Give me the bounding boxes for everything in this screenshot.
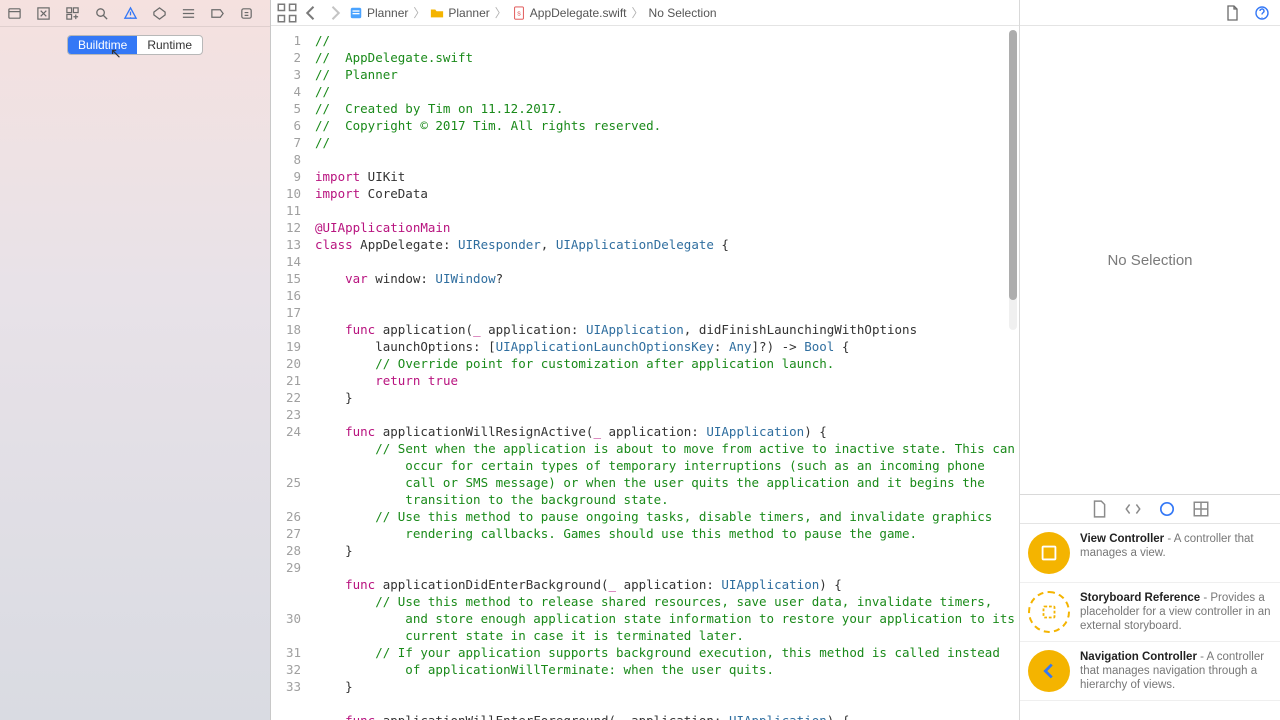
inspector-empty-label: No Selection — [1107, 252, 1192, 269]
library-item-title: Navigation Controller — [1080, 651, 1197, 663]
nav-back-icon[interactable] — [301, 3, 321, 23]
issue-navigator-icon[interactable] — [122, 5, 138, 21]
view-controller-icon — [1028, 532, 1070, 574]
line-gutter: 123456789101112131415161718192021222324 … — [271, 26, 309, 720]
buildtime-tab[interactable]: Buildtime — [68, 36, 137, 54]
editor-scrollbar[interactable] — [1009, 30, 1017, 330]
breadcrumb-file-label: AppDelegate.swift — [530, 6, 627, 20]
breadcrumb-group[interactable]: Planner — [430, 6, 489, 20]
file-template-library-icon[interactable] — [1090, 500, 1108, 518]
code-snippet-library-icon[interactable] — [1124, 500, 1142, 518]
editor-area: Planner 〉 Planner 〉 s AppDelegate.swift … — [271, 0, 1020, 720]
inspector-panel: No Selection View Controller - A control… — [1020, 0, 1280, 720]
breakpoint-navigator-icon[interactable] — [209, 5, 225, 21]
library-item-title: View Controller — [1080, 533, 1164, 545]
library-item-view-controller[interactable]: View Controller - A controller that mana… — [1020, 524, 1280, 583]
object-library-list[interactable]: View Controller - A controller that mana… — [1020, 524, 1280, 720]
code-content[interactable]: // // AppDelegate.swift // Planner // //… — [309, 26, 1019, 720]
jump-bar: Planner 〉 Planner 〉 s AppDelegate.swift … — [271, 0, 1019, 26]
library-item-navigation-controller[interactable]: Navigation Controller - A controller tha… — [1020, 642, 1280, 701]
file-inspector-icon[interactable] — [1224, 5, 1240, 21]
library-item-storyboard-reference[interactable]: Storyboard Reference - Provides a placeh… — [1020, 583, 1280, 642]
breadcrumb-group-label: Planner — [448, 6, 489, 20]
inspector-empty-state: No Selection — [1020, 26, 1280, 494]
find-navigator-icon[interactable] — [93, 5, 109, 21]
navigation-controller-icon — [1028, 650, 1070, 692]
runtime-tab[interactable]: Runtime — [137, 36, 202, 54]
breadcrumb-selection-label: No Selection — [649, 6, 717, 20]
navigator-tab-bar — [0, 0, 270, 27]
navigator-panel: Buildtime Runtime ↖ — [0, 0, 271, 720]
breadcrumb-project[interactable]: Planner — [349, 6, 408, 20]
related-items-icon[interactable] — [277, 3, 297, 23]
storyboard-reference-icon — [1028, 591, 1070, 633]
breadcrumb-file[interactable]: s AppDelegate.swift — [512, 6, 627, 20]
library-item-title: Storyboard Reference — [1080, 592, 1200, 604]
debug-navigator-icon[interactable] — [180, 5, 196, 21]
project-navigator-icon[interactable] — [6, 5, 22, 21]
breadcrumb-selection[interactable]: No Selection — [649, 6, 717, 20]
nav-forward-icon[interactable] — [325, 3, 345, 23]
source-control-navigator-icon[interactable] — [35, 5, 51, 21]
svg-text:s: s — [517, 10, 521, 17]
symbol-navigator-icon[interactable] — [64, 5, 80, 21]
test-navigator-icon[interactable] — [151, 5, 167, 21]
quick-help-icon[interactable] — [1254, 5, 1270, 21]
breadcrumb-project-label: Planner — [367, 6, 408, 20]
object-library-icon[interactable] — [1158, 500, 1176, 518]
library-tab-bar — [1020, 494, 1280, 524]
report-navigator-icon[interactable] — [238, 5, 254, 21]
inspector-tab-bar — [1020, 0, 1280, 26]
issue-filter-segmented: Buildtime Runtime — [67, 35, 203, 55]
media-library-icon[interactable] — [1192, 500, 1210, 518]
code-editor[interactable]: 123456789101112131415161718192021222324 … — [271, 26, 1019, 720]
